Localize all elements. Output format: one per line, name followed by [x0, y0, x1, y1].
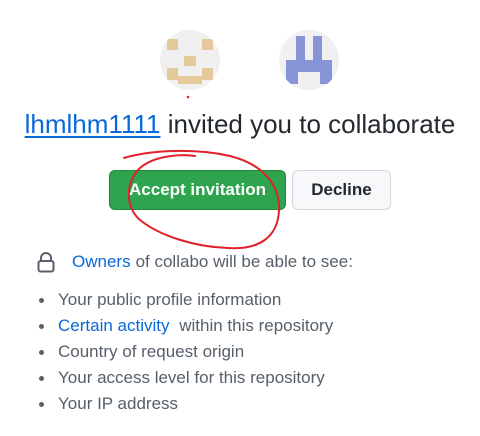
bullet-icon: [39, 376, 44, 381]
permissions-list: Your public profile information Certain …: [36, 287, 333, 417]
invitee-avatar[interactable]: [279, 30, 339, 90]
inviter-avatar[interactable]: [160, 30, 220, 90]
invitation-headline: lhmlhm1111 invited you to collaborate: [0, 106, 480, 142]
bullet-icon: [39, 402, 44, 407]
accept-invitation-button[interactable]: Accept invitation: [109, 170, 286, 210]
headline-text: invited you to collaborate: [167, 109, 456, 139]
lock-icon: [36, 251, 56, 273]
inviter-username-link[interactable]: lhmlhm1111: [25, 109, 161, 139]
certain-activity-link[interactable]: Certain activity: [58, 316, 169, 335]
permission-text: Your IP address: [58, 394, 179, 413]
decline-button[interactable]: Decline: [292, 170, 391, 210]
notice-text: of collabo will be able to see:: [135, 252, 353, 271]
bullet-icon: [39, 350, 44, 355]
permission-text: within this repository: [179, 316, 334, 335]
owners-link[interactable]: Owners: [72, 252, 131, 272]
list-item: Your IP address: [36, 391, 333, 417]
permission-text: Your public profile information: [58, 290, 282, 309]
avatars: [0, 30, 480, 92]
bullet-icon: [39, 324, 44, 329]
list-item: Country of request origin: [36, 339, 333, 365]
visibility-notice: Owners of collabo will be able to see:: [36, 250, 353, 274]
list-item: Your public profile information: [36, 287, 333, 313]
inviter-identicon-icon: [160, 30, 220, 90]
list-item: Certain activity within this repository: [36, 313, 333, 339]
permission-text: Country of request origin: [58, 342, 245, 361]
permission-text: Your access level for this repository: [58, 368, 325, 387]
list-item: Your access level for this repository: [36, 365, 333, 391]
invitee-identicon-icon: [279, 30, 339, 90]
bullet-icon: [39, 298, 44, 303]
